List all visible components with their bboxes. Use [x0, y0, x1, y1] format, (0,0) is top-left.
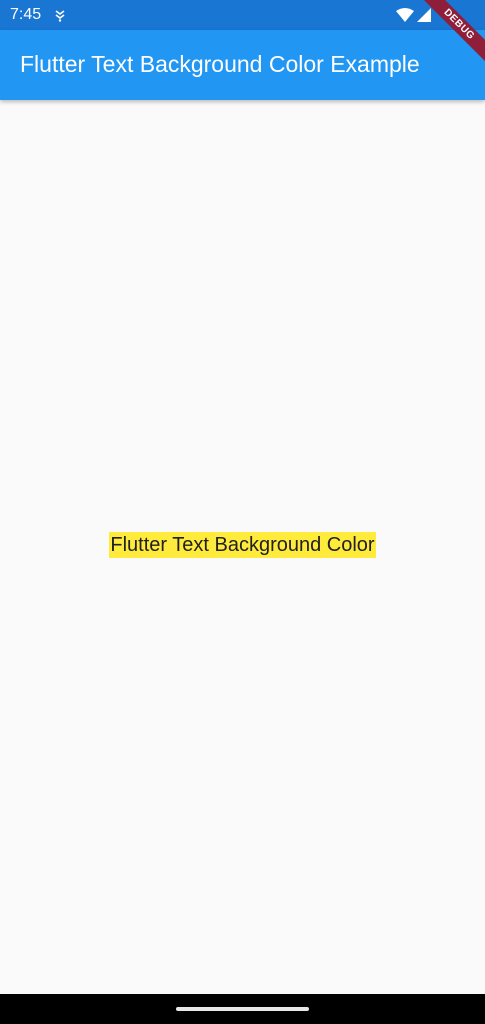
status-bar: 7:45: [0, 0, 485, 30]
app-bar: Flutter Text Background Color Example: [0, 30, 485, 100]
main-content: Flutter Text Background Color: [0, 100, 485, 994]
highlighted-text-container: Flutter Text Background Color: [0, 532, 485, 558]
navigation-bar: [0, 994, 485, 1024]
notification-icon: [54, 8, 66, 22]
wifi-icon: [396, 8, 414, 22]
signal-icon: [417, 8, 431, 22]
home-indicator[interactable]: [176, 1007, 309, 1011]
status-time: 7:45: [10, 6, 42, 23]
highlighted-text: Flutter Text Background Color: [109, 532, 376, 558]
app-bar-title: Flutter Text Background Color Example: [20, 51, 420, 77]
